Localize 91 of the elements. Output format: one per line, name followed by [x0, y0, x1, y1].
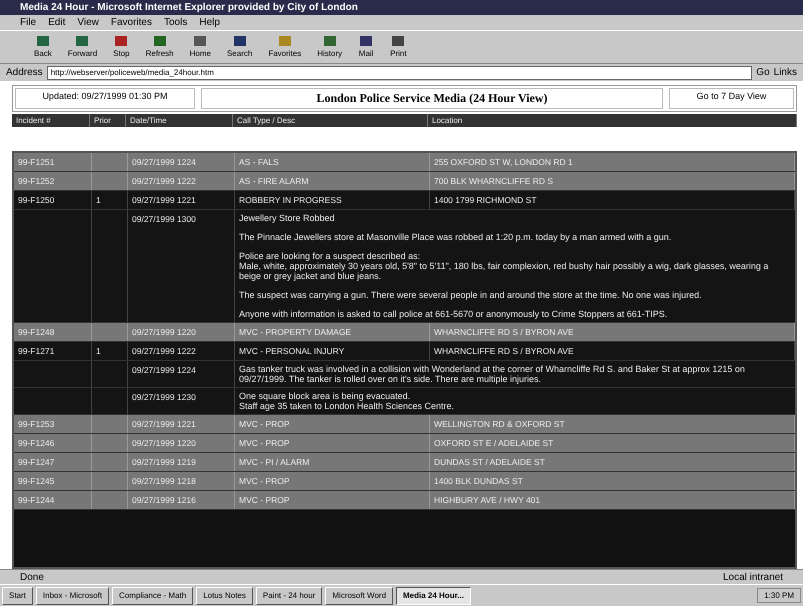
table-cell: 09/27/1999 1224 — [128, 361, 235, 387]
incident-text: The Pinnacle Jewellers store at Masonville Place was robbed at 1:20 p.m. today by a man armed with a gun. — [239, 232, 672, 242]
incident-text: The suspect was carrying a gun. There were several people in and around the store at the time. No one was injured. — [239, 290, 703, 300]
menu-item[interactable]: Tools — [164, 17, 188, 28]
table-cell: 09/27/1999 1222 — [128, 172, 235, 190]
column-header: Incident # — [12, 114, 90, 127]
window-title: Media 24 Hour - Microsoft Internet Explorer provided by City of London — [0, 0, 803, 15]
taskbar-button[interactable]: Paint - 24 hour — [256, 586, 322, 604]
toolbar-button[interactable]: Refresh — [142, 33, 178, 61]
seven-day-link[interactable]: Go to 7 Day View — [669, 88, 794, 109]
table-cell: 1 — [92, 191, 128, 209]
status-text: Done — [20, 572, 44, 582]
table-cell: 99-F1247 — [14, 453, 92, 471]
table-cell: MVC - PERSONAL INJURY — [235, 342, 430, 360]
toolbar-button[interactable]: Mail — [354, 33, 378, 61]
table-cell: 09/27/1999 1219 — [128, 453, 235, 471]
table-cell: 1400 1799 RICHMOND ST — [430, 191, 795, 209]
table-cell: 09/27/1999 1220 — [128, 434, 235, 452]
toolbar-button[interactable]: History — [313, 33, 346, 61]
taskbar-button[interactable]: Inbox - Microsoft — [36, 586, 110, 604]
zone-text: Local intranet — [722, 572, 783, 582]
table-cell: AS - FALS — [235, 153, 430, 171]
menu-item[interactable]: View — [77, 17, 99, 28]
column-header: Date/Time — [126, 114, 233, 127]
table-cell: 09/27/1999 1224 — [128, 153, 235, 171]
column-header: Prior — [90, 114, 126, 127]
table-cell: 99-F1246 — [14, 434, 92, 452]
table-cell: DUNDAS ST / ADELAIDE ST — [430, 453, 795, 471]
table-cell: 09/27/1999 1221 — [128, 415, 235, 433]
table-cell: MVC - PI / ALARM — [235, 453, 430, 471]
taskbar-button[interactable]: Start — [2, 586, 33, 604]
incident-text: Anyone with information is asked to call police at 661-5670 or anonymously to Crime Stoppers at 661-TIPS. — [239, 309, 668, 319]
table-cell: ROBBERY IN PROGRESS — [235, 191, 430, 209]
table-cell: MVC - PROPERTY DAMAGE — [235, 323, 430, 341]
table-cell: 09/27/1999 1222 — [128, 342, 235, 360]
go-button[interactable]: Go — [756, 67, 770, 78]
table-cell: 09/27/1999 1220 — [128, 323, 235, 341]
table-cell: 09/27/1999 1221 — [128, 191, 235, 209]
table-cell: MVC - PROP — [235, 472, 430, 490]
table-cell: WHARNCLIFFE RD S / BYRON AVE — [430, 342, 795, 360]
address-label: Address — [6, 67, 43, 78]
table-cell: 99-F1244 — [14, 491, 92, 509]
table-cell: MVC - PROP — [235, 415, 430, 433]
toolbar-button[interactable]: Stop — [109, 33, 134, 61]
table-cell: 99-F1253 — [14, 415, 92, 433]
toolbar-button[interactable]: Search — [222, 33, 256, 61]
table-cell: 09/27/1999 1216 — [128, 491, 235, 509]
taskbar-button[interactable]: Lotus Notes — [196, 586, 253, 604]
column-header: Location — [428, 114, 797, 127]
taskbar-button[interactable]: Microsoft Word — [325, 586, 394, 604]
column-header: Call Type / Desc — [233, 114, 428, 127]
toolbar-button[interactable]: Print — [386, 33, 411, 61]
table-cell: 700 BLK WHARNCLIFFE RD S — [430, 172, 795, 190]
toolbar-button[interactable]: Favorites — [264, 33, 306, 61]
toolbar-button[interactable]: Home — [186, 33, 215, 61]
toolbar-button[interactable]: Forward — [64, 33, 102, 61]
menu-item[interactable]: File — [20, 17, 36, 28]
page-title: London Police Service Media (24 Hour View) — [201, 88, 663, 109]
updated-text: Updated: 09/27/1999 01:30 PM — [15, 88, 195, 109]
incident-text: Police are looking for a suspect described as: Male, white, approximately 30 years old, 5'8" to 5'11", 180 lbs, fair complexion, red bushy hair possibly a wig, dark glasses, wearing a beige or grey jacket and blue jeans. — [239, 251, 770, 281]
table-cell: MVC - PROP — [235, 434, 430, 452]
address-field[interactable]: http://webserver/policeweb/media_24hour.htm — [46, 66, 752, 80]
table-cell: 99-F1252 — [14, 172, 92, 190]
table-cell: AS - FIRE ALARM — [235, 172, 430, 190]
incident-text: Gas tanker truck was involved in a collision with Wonderland at the corner of Wharncliffe Rd S. and Baker St at approx 1215 on 09/27/1999. The tanker is rolled over on it's side. There are multiple injuries. — [239, 364, 746, 384]
menu-item[interactable]: Favorites — [110, 17, 152, 28]
taskbar-button[interactable]: Compliance - Math — [112, 586, 194, 604]
menu-item[interactable]: Edit — [48, 17, 66, 28]
table-cell: 255 OXFORD ST W, LONDON RD 1 — [430, 153, 795, 171]
table-cell: 99-F1250 — [14, 191, 92, 209]
table-cell: 99-F1251 — [14, 153, 92, 171]
table-cell: 99-F1245 — [14, 472, 92, 490]
table-cell: 1400 BLK DUNDAS ST — [430, 472, 795, 490]
incident-text: Jewellery Store Robbed — [239, 213, 336, 223]
table-cell: 1 — [92, 342, 128, 360]
incident-text: One square block area is being evacuated. Staff age 35 taken to London Health Sciences Centre. — [239, 391, 455, 411]
taskbar-button[interactable]: Media 24 Hour... — [396, 586, 471, 604]
table-cell: WELLINGTON RD & OXFORD ST — [430, 415, 795, 433]
menu-item[interactable]: Help — [199, 17, 220, 28]
table-cell: 09/27/1999 1300 — [128, 210, 235, 322]
table-cell: HIGHBURY AVE / HWY 401 — [430, 491, 795, 509]
table-cell: 99-F1271 — [14, 342, 92, 360]
table-cell: 09/27/1999 1230 — [128, 388, 235, 414]
clock: 1:30 PM — [757, 588, 801, 603]
table-cell: WHARNCLIFFE RD S / BYRON AVE — [430, 323, 795, 341]
table-cell: MVC - PROP — [235, 491, 430, 509]
links-button[interactable]: Links — [774, 67, 797, 78]
toolbar-button[interactable]: Back — [30, 33, 56, 61]
table-cell: 09/27/1999 1218 — [128, 472, 235, 490]
table-cell: 99-F1248 — [14, 323, 92, 341]
table-cell: OXFORD ST E / ADELAIDE ST — [430, 434, 795, 452]
